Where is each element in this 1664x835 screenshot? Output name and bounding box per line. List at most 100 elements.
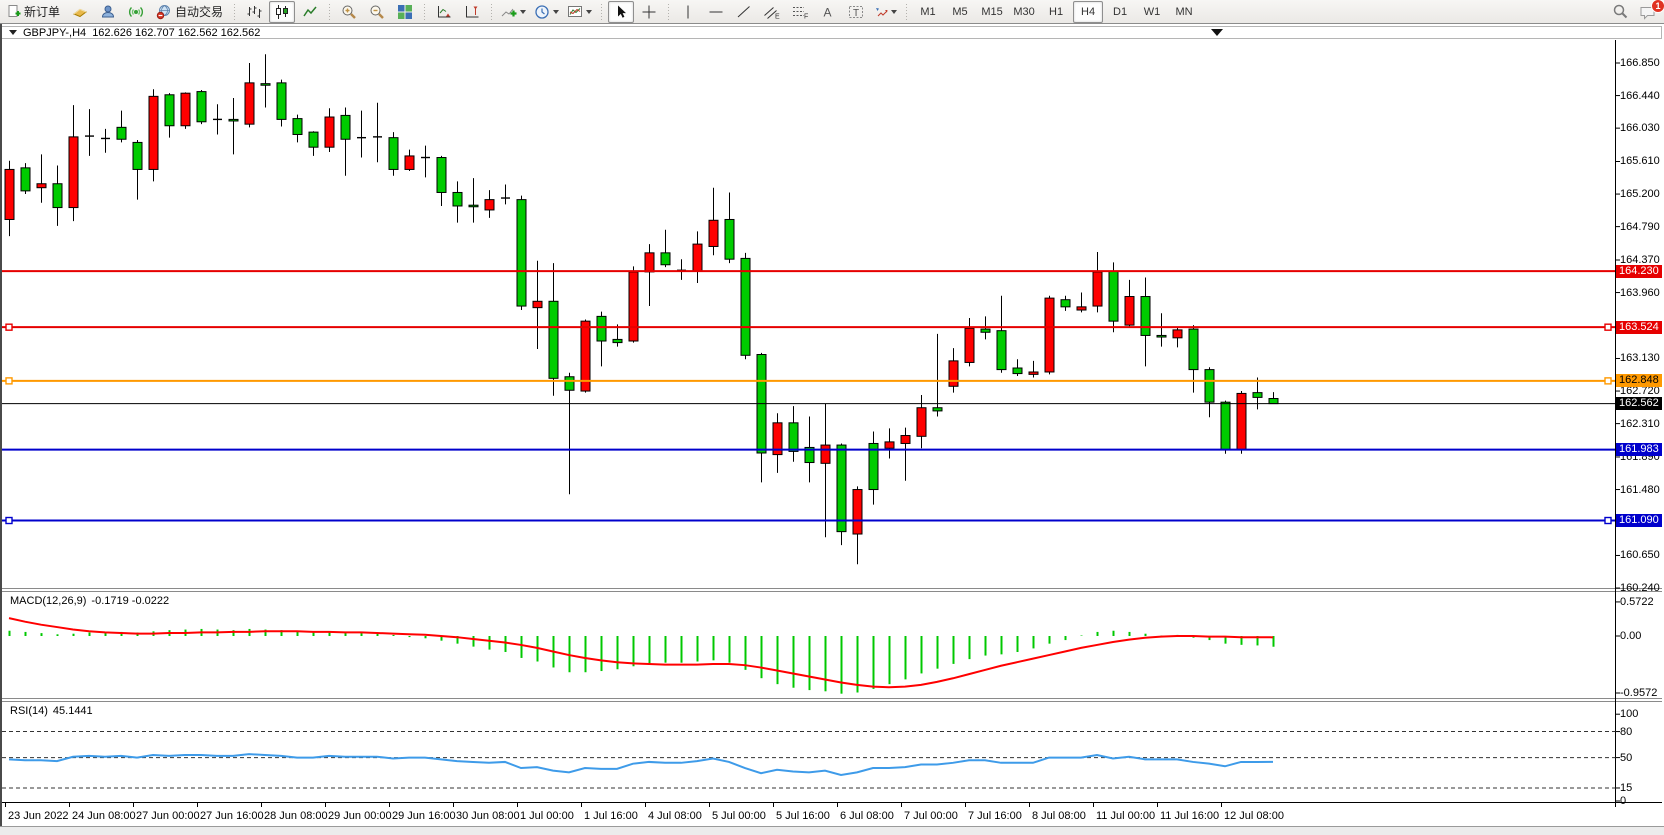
timeframe-m5-button[interactable]: M5: [945, 1, 975, 23]
auto-scroll-button[interactable]: [431, 1, 457, 23]
text-tool-button[interactable]: A: [815, 1, 841, 23]
auto-trading-icon: [156, 4, 172, 20]
crosshair-icon: [641, 4, 657, 20]
timeframe-h4-button[interactable]: H4: [1073, 1, 1103, 23]
horizontal-line-tool-button[interactable]: [703, 1, 729, 23]
hline-handle: [1605, 324, 1611, 330]
hline-price-badge: 163.524: [1616, 321, 1662, 334]
tile-windows-button[interactable]: [392, 1, 418, 23]
hline-price-badge: 161.090: [1616, 514, 1662, 527]
chart-shift-button[interactable]: [459, 1, 485, 23]
timeframe-d1-button[interactable]: D1: [1105, 1, 1135, 23]
candle-body: [1125, 297, 1134, 326]
line-chart-button[interactable]: [297, 1, 323, 23]
timeframe-w1-button[interactable]: W1: [1137, 1, 1167, 23]
price-axis[interactable]: 166.850166.440166.030165.610165.200164.7…: [1618, 40, 1664, 807]
price-tick-label: 163.130: [1620, 352, 1660, 364]
candle-body: [1205, 370, 1214, 403]
status-bar: [0, 826, 1664, 835]
timeframe-m1-button[interactable]: M1: [913, 1, 943, 23]
search-icon: [1612, 3, 1629, 20]
candle-body: [1141, 297, 1150, 336]
candle-body: [37, 184, 46, 188]
chart-collapse-icon: [9, 30, 17, 35]
rsi-indicator-name: RSI(14): [10, 705, 48, 717]
auto-trading-button[interactable]: 自动交易: [151, 1, 228, 23]
hline-price-badge: 164.230: [1616, 265, 1662, 278]
date-tick-label: 1 Jul 16:00: [584, 810, 638, 822]
candle-body: [149, 96, 158, 169]
chart-title-bar[interactable]: GBPJPY-,H4 162.626 162.707 162.562 162.5…: [2, 26, 1662, 39]
zoom-out-icon: [369, 4, 385, 20]
candle-body: [1029, 372, 1038, 374]
timeframe-m15-button[interactable]: M15: [977, 1, 1007, 23]
timeframe-h1-button[interactable]: H1: [1041, 1, 1071, 23]
indicators-button[interactable]: [498, 1, 529, 23]
timeframe-mn-button[interactable]: MN: [1169, 1, 1199, 23]
new-order-label: 新订单: [24, 3, 60, 20]
signal-button[interactable]: [123, 1, 149, 23]
date-tick-label: 29 Jun 00:00: [328, 810, 392, 822]
equidistant-channel-tool-button[interactable]: E: [759, 1, 785, 23]
candle-body: [629, 272, 638, 341]
candle-body: [245, 83, 254, 124]
candle-body: [693, 244, 702, 271]
trendline-tool-button[interactable]: [731, 1, 757, 23]
cursor-tool-button[interactable]: [608, 1, 634, 23]
zoom-in-button[interactable]: [336, 1, 362, 23]
date-tick-label: 27 Jun 16:00: [200, 810, 264, 822]
templates-button[interactable]: [564, 1, 595, 23]
candle-body: [341, 115, 350, 139]
text-label-tool-button[interactable]: T: [843, 1, 869, 23]
bar-chart-button[interactable]: [241, 1, 267, 23]
candle-body: [1173, 330, 1182, 338]
candle-body: [549, 301, 558, 378]
market-profile-button[interactable]: [95, 1, 121, 23]
svg-text:T: T: [853, 8, 859, 19]
trading-terminal: { "toolbar": { "new_order_label": "新订单",…: [0, 0, 1664, 835]
date-tick-label: 30 Jun 08:00: [456, 810, 520, 822]
candlestick-chart-button[interactable]: [269, 1, 295, 23]
main-toolbar: 新订单 自动交易: [0, 0, 1664, 24]
price-tick-label: 162.310: [1620, 418, 1660, 430]
candle-body: [613, 339, 622, 342]
search-button[interactable]: [1607, 1, 1633, 23]
time-axis[interactable]: 23 Jun 202224 Jun 08:0027 Jun 00:0027 Ju…: [2, 807, 1662, 826]
candle-body: [789, 423, 798, 452]
auto-trading-label: 自动交易: [175, 3, 223, 20]
rsi-tick-label: 80: [1620, 726, 1632, 738]
fibonacci-tool-button[interactable]: F: [787, 1, 813, 23]
templates-icon: [567, 4, 583, 20]
date-tick-label: 12 Jul 08:00: [1224, 810, 1284, 822]
candle-body: [821, 445, 830, 463]
macd-indicator-values: -0.1719 -0.0222: [91, 595, 169, 607]
timeframe-m30-button[interactable]: M30: [1009, 1, 1039, 23]
candle-body: [1061, 300, 1070, 307]
periods-button[interactable]: [531, 1, 562, 23]
date-tick-label: 5 Jul 00:00: [712, 810, 766, 822]
trendline-icon: [736, 4, 752, 20]
vertical-line-tool-button[interactable]: [675, 1, 701, 23]
candle-body: [453, 192, 462, 206]
dropdown-caret-icon: [553, 10, 559, 14]
new-order-button[interactable]: 新订单: [3, 1, 65, 23]
zoom-out-button[interactable]: [364, 1, 390, 23]
candle-body: [437, 158, 446, 193]
line-chart-icon: [302, 4, 318, 20]
toolbar-grip: [423, 4, 426, 20]
hline-handle: [1605, 378, 1611, 384]
candle-body: [981, 329, 990, 332]
candle-body: [1045, 298, 1054, 372]
candle-body: [565, 377, 574, 391]
date-tick-label: 29 Jun 16:00: [392, 810, 456, 822]
notifications-button[interactable]: 1: [1635, 1, 1661, 23]
date-tick-label: 1 Jul 00:00: [520, 810, 574, 822]
chart-plot[interactable]: [2, 40, 1662, 807]
crosshair-tool-button[interactable]: [636, 1, 662, 23]
chart-shift-marker[interactable]: [1211, 29, 1223, 36]
zoom-in-icon: [341, 4, 357, 20]
hline-price-badge: 162.848: [1616, 374, 1662, 387]
styler-button[interactable]: [67, 1, 93, 23]
arrows-tool-button[interactable]: [871, 1, 900, 23]
candle-body: [1093, 272, 1102, 306]
